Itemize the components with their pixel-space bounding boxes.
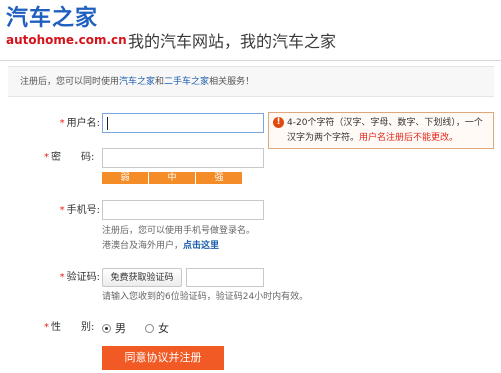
required-mark: * <box>59 118 65 129</box>
gender-label: * 性别: <box>44 322 95 333</box>
overseas-link[interactable]: 点击这里 <box>183 241 219 251</box>
radio-male[interactable] <box>102 323 111 333</box>
code-label: * 验证码: <box>59 272 100 283</box>
header-divider <box>0 60 501 61</box>
page-slogan: 我的汽车网站，我的汽车之家 <box>128 32 337 51</box>
username-input[interactable] <box>102 113 264 133</box>
link-autohome[interactable]: 汽车之家 <box>119 77 155 87</box>
username-tip: ! 4-20个字符（汉字、字母、数字、下划线），一个 汉字为两个字符。用户名注册… <box>268 112 494 149</box>
phone-hint: 注册后，您可以使用手机号做登录名。 <box>102 226 256 236</box>
username-label: * 用户名: <box>59 118 100 129</box>
phone-input[interactable] <box>102 200 264 220</box>
gender-male-label: 男 <box>115 322 126 335</box>
notice-suffix: 相关服务！ <box>209 77 255 87</box>
code-input[interactable] <box>186 268 264 287</box>
tip-warning-text: 用户名注册后不能更改。 <box>359 133 459 143</box>
notice-mid: 和 <box>155 77 165 87</box>
gender-female-label: 女 <box>158 322 169 335</box>
notice-bar: 注册后，您可以同时使用汽车之家和二手车之家相关服务！ <box>8 66 494 97</box>
tip-line1: 4-20个字符（汉字、字母、数字、下划线），一个 <box>287 118 483 128</box>
gender-female-option[interactable]: 女 <box>145 320 169 336</box>
register-button[interactable]: 同意协议并注册 <box>102 346 224 370</box>
password-input[interactable] <box>102 148 264 168</box>
password-strength-meter: 弱 中 强 <box>102 172 243 184</box>
strength-weak: 弱 <box>102 172 148 184</box>
logo-domain[interactable]: autohome.com.cn <box>6 33 127 47</box>
code-hint: 请输入您收到的6位验证码，验证码24小时内有效。 <box>102 292 309 302</box>
text-caret <box>107 117 108 130</box>
strength-strong: 强 <box>196 172 242 184</box>
tip-line2: 汉字为两个字符。用户名注册后不能更改。 <box>287 133 459 143</box>
warning-icon: ! <box>273 117 284 128</box>
gender-male-option[interactable]: 男 <box>102 320 126 336</box>
overseas-hint: 港澳台及海外用户，点击这里 <box>102 241 220 251</box>
password-label: * 密码: <box>44 152 95 163</box>
strength-medium: 中 <box>149 172 195 184</box>
logo-text[interactable]: 汽车之家 <box>6 6 98 32</box>
radio-female[interactable] <box>145 323 154 333</box>
notice-prefix: 注册后，您可以同时使用 <box>20 77 120 87</box>
get-code-button[interactable]: 免费获取验证码 <box>102 268 182 287</box>
phone-label: * 手机号: <box>59 205 100 216</box>
link-used-car[interactable]: 二手车之家 <box>164 77 209 87</box>
